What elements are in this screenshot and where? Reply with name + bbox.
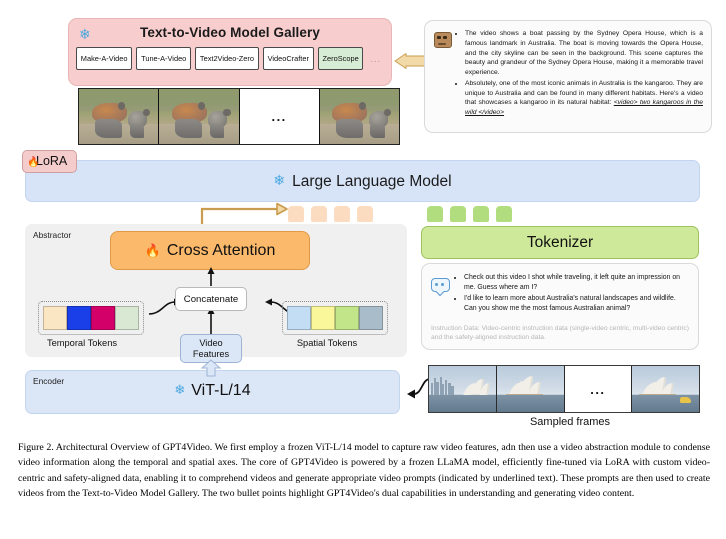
video-features-line-1: Video <box>199 338 223 349</box>
instruction-data-note: Instruction Data: Video-centric instruct… <box>431 324 689 342</box>
spatial-token <box>335 306 359 330</box>
video-features-block: Video Features <box>180 334 242 363</box>
assistant-bullet-2: Absolutely, one of the most iconic anima… <box>465 79 703 118</box>
video-token <box>357 206 373 222</box>
assistant-bullet-1: The video shows a boat passing by the Sy… <box>465 29 703 78</box>
user-chat-avatar-icon <box>431 278 450 292</box>
assistant-bullet-list: The video shows a boat passing by the Sy… <box>455 29 703 119</box>
lora-label: LoRA <box>36 154 68 168</box>
flame-icon: 🔥 <box>27 157 40 168</box>
spatial-token <box>359 306 383 330</box>
gallery-ellipsis: ... <box>370 53 381 64</box>
snowflake-icon: ❄ <box>174 382 186 397</box>
video-token <box>334 206 350 222</box>
sampled-frame <box>496 366 565 412</box>
video-frame <box>319 89 399 144</box>
vit-label: ❄ ViT-L/14 <box>26 382 399 400</box>
ellipsis-text: ... <box>271 109 287 124</box>
llm-label: ❄ Large Language Model <box>26 172 699 191</box>
temporal-token-group <box>38 301 144 335</box>
temporal-token <box>67 306 91 330</box>
spatial-token <box>287 306 311 330</box>
text-token <box>496 206 512 222</box>
spatial-token <box>311 306 335 330</box>
video-features-line-2: Features <box>192 348 230 359</box>
text-token <box>450 206 466 222</box>
arrow-encoder-to-video-features-icon <box>200 359 222 377</box>
concatenate-block: Concatenate <box>175 287 247 311</box>
ellipsis-text: ... <box>590 381 606 397</box>
model-chip-make-a-video[interactable]: Make-A-Video <box>76 47 133 70</box>
sampled-frames-strip: ... <box>428 365 700 413</box>
encoder-label: Encoder <box>33 376 65 386</box>
gallery-model-list: Make-A-Video Tune-A-Video Text2Video-Zer… <box>76 47 384 70</box>
encoder-panel: ❄ ViT-L/14 <box>25 370 400 414</box>
figure-caption: Figure 2. Architectural Overview of GPT4… <box>18 442 710 499</box>
model-chip-videocrafter[interactable]: VideoCrafter <box>262 47 314 70</box>
figure-diagram: ❄ Text-to-Video Model Gallery Make-A-Vid… <box>0 0 726 432</box>
model-chip-tune-a-video[interactable]: Tune-A-Video <box>136 47 192 70</box>
video-token <box>288 206 304 222</box>
gallery-title: Text-to-Video Model Gallery <box>140 25 320 40</box>
sampled-frames-label: Sampled frames <box>529 416 611 428</box>
vit-model-name: ViT-L/14 <box>191 382 251 399</box>
temporal-token <box>115 306 139 330</box>
large-language-model-bar: ❄ Large Language Model <box>25 160 700 202</box>
snowflake-icon: ❄ <box>273 172 286 188</box>
text-token-row <box>427 206 512 222</box>
generated-video-frames: ... <box>78 88 400 145</box>
video-frame <box>159 89 240 144</box>
assistant-response-bubble: The video shows a boat passing by the Sy… <box>424 20 712 133</box>
lora-badge: 🔥 LoRA <box>22 150 77 173</box>
temporal-token <box>43 306 67 330</box>
arrow-assistant-to-gallery-icon <box>394 53 426 69</box>
llm-label-text: Large Language Model <box>292 173 452 190</box>
sampled-frames-ellipsis: ... <box>564 366 633 412</box>
text-token <box>473 206 489 222</box>
video-frames-ellipsis: ... <box>239 89 320 144</box>
text-token <box>427 206 443 222</box>
user-prompt-bubble: Check out this video I shot while travel… <box>421 263 699 350</box>
tokenizer-block: Tokenizer <box>421 226 699 259</box>
model-chip-zeroscope[interactable]: ZeroScope <box>317 47 364 70</box>
sampled-frame <box>429 366 497 412</box>
video-token <box>311 206 327 222</box>
user-bullet-1: Check out this video I shot while travel… <box>464 273 689 294</box>
model-chip-text2video-zero[interactable]: Text2Video-Zero <box>195 47 259 70</box>
user-bullet-list: Check out this video I shot while travel… <box>454 273 689 314</box>
user-bullet-2: I'd like to learn more about Australia's… <box>464 294 689 315</box>
temporal-tokens-label: Temporal Tokens <box>46 338 118 348</box>
generated-video-token-row <box>288 206 373 222</box>
video-frame <box>79 89 160 144</box>
spatial-tokens-label: Spatial Tokens <box>296 338 358 348</box>
text-to-video-model-gallery-panel: ❄ Text-to-Video Model Gallery Make-A-Vid… <box>68 18 392 86</box>
spatial-token-group <box>282 301 388 335</box>
sampled-frame <box>632 366 699 412</box>
robot-avatar-icon <box>434 32 452 48</box>
temporal-token <box>91 306 115 330</box>
